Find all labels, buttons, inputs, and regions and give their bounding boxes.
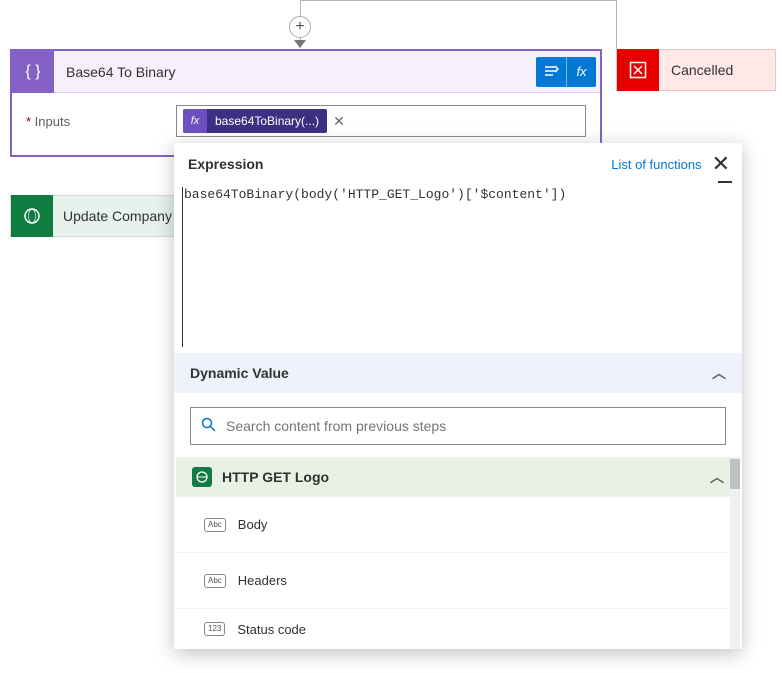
chevron-up-icon[interactable]: ︿ bbox=[712, 363, 726, 383]
search-icon bbox=[201, 417, 216, 436]
compose-icon: { } bbox=[12, 51, 54, 93]
param-label-inputs: Inputs bbox=[26, 114, 166, 129]
scrollbar[interactable] bbox=[730, 457, 740, 649]
dynamic-value-label: Dynamic Value bbox=[190, 365, 289, 381]
item-label: Headers bbox=[238, 573, 287, 588]
action-card-update-company[interactable]: Update Company bbox=[10, 195, 180, 237]
item-label: Status code bbox=[237, 622, 306, 637]
dynamic-value-section-header[interactable]: Dynamic Value ︿ bbox=[174, 353, 742, 393]
connector-line bbox=[616, 0, 617, 50]
expression-editor-popup: Expression List of functions ✕ base64ToB… bbox=[174, 143, 742, 649]
source-label: HTTP GET Logo bbox=[222, 469, 329, 485]
expression-heading: Expression bbox=[188, 156, 263, 172]
action-header[interactable]: { } Base64 To Binary fx bbox=[12, 51, 600, 93]
list-of-functions-link[interactable]: List of functions bbox=[611, 157, 701, 172]
dynamic-value-item[interactable]: Abc Headers bbox=[174, 553, 742, 609]
action-card-cancelled[interactable]: Cancelled bbox=[616, 49, 776, 91]
expression-code-input[interactable]: base64ToBinary(body('HTTP_GET_Logo')['$c… bbox=[182, 187, 734, 347]
expression-token[interactable]: fx base64ToBinary(...) bbox=[183, 109, 327, 133]
dataverse-icon bbox=[11, 195, 53, 237]
chevron-up-icon[interactable]: ︿ bbox=[710, 467, 724, 487]
search-input[interactable] bbox=[226, 418, 715, 434]
type-badge: Abc bbox=[204, 574, 226, 588]
add-step-button[interactable]: + bbox=[289, 16, 311, 38]
expression-button[interactable]: fx bbox=[566, 57, 596, 87]
http-icon bbox=[192, 467, 212, 487]
token-label: base64ToBinary(...) bbox=[207, 114, 327, 128]
action-card-base64[interactable]: { } Base64 To Binary fx Inputs fx base64… bbox=[10, 49, 602, 157]
designer-canvas: + { } Base64 To Binary fx Inputs bbox=[0, 0, 782, 673]
inputs-field[interactable]: fx base64ToBinary(...) ✕ bbox=[176, 105, 586, 137]
scrollbar-thumb[interactable] bbox=[730, 459, 740, 489]
cancelled-title: Cancelled bbox=[659, 62, 733, 78]
token-clear-button[interactable]: ✕ bbox=[333, 113, 345, 130]
arrow-down-icon bbox=[294, 40, 306, 48]
dynamic-content-button[interactable] bbox=[536, 57, 566, 87]
popup-header: Expression List of functions ✕ bbox=[174, 143, 742, 185]
action-title: Base64 To Binary bbox=[54, 64, 175, 80]
update-title: Update Company bbox=[53, 208, 172, 224]
connector-line bbox=[300, 0, 616, 1]
type-badge: 123 bbox=[204, 622, 225, 636]
source-section-header[interactable]: HTTP GET Logo ︿ bbox=[176, 457, 740, 497]
close-icon[interactable]: ✕ bbox=[712, 153, 730, 175]
dynamic-value-item[interactable]: Abc Body bbox=[174, 497, 742, 553]
dynamic-value-item[interactable]: 123 Status code bbox=[174, 609, 742, 649]
item-label: Body bbox=[238, 517, 268, 532]
collapse-toggle[interactable] bbox=[718, 181, 732, 183]
type-badge: Abc bbox=[204, 518, 226, 532]
search-box[interactable] bbox=[190, 407, 726, 445]
token-mode-buttons: fx bbox=[536, 57, 596, 87]
fx-icon: fx bbox=[183, 109, 207, 133]
terminate-icon bbox=[617, 49, 659, 91]
